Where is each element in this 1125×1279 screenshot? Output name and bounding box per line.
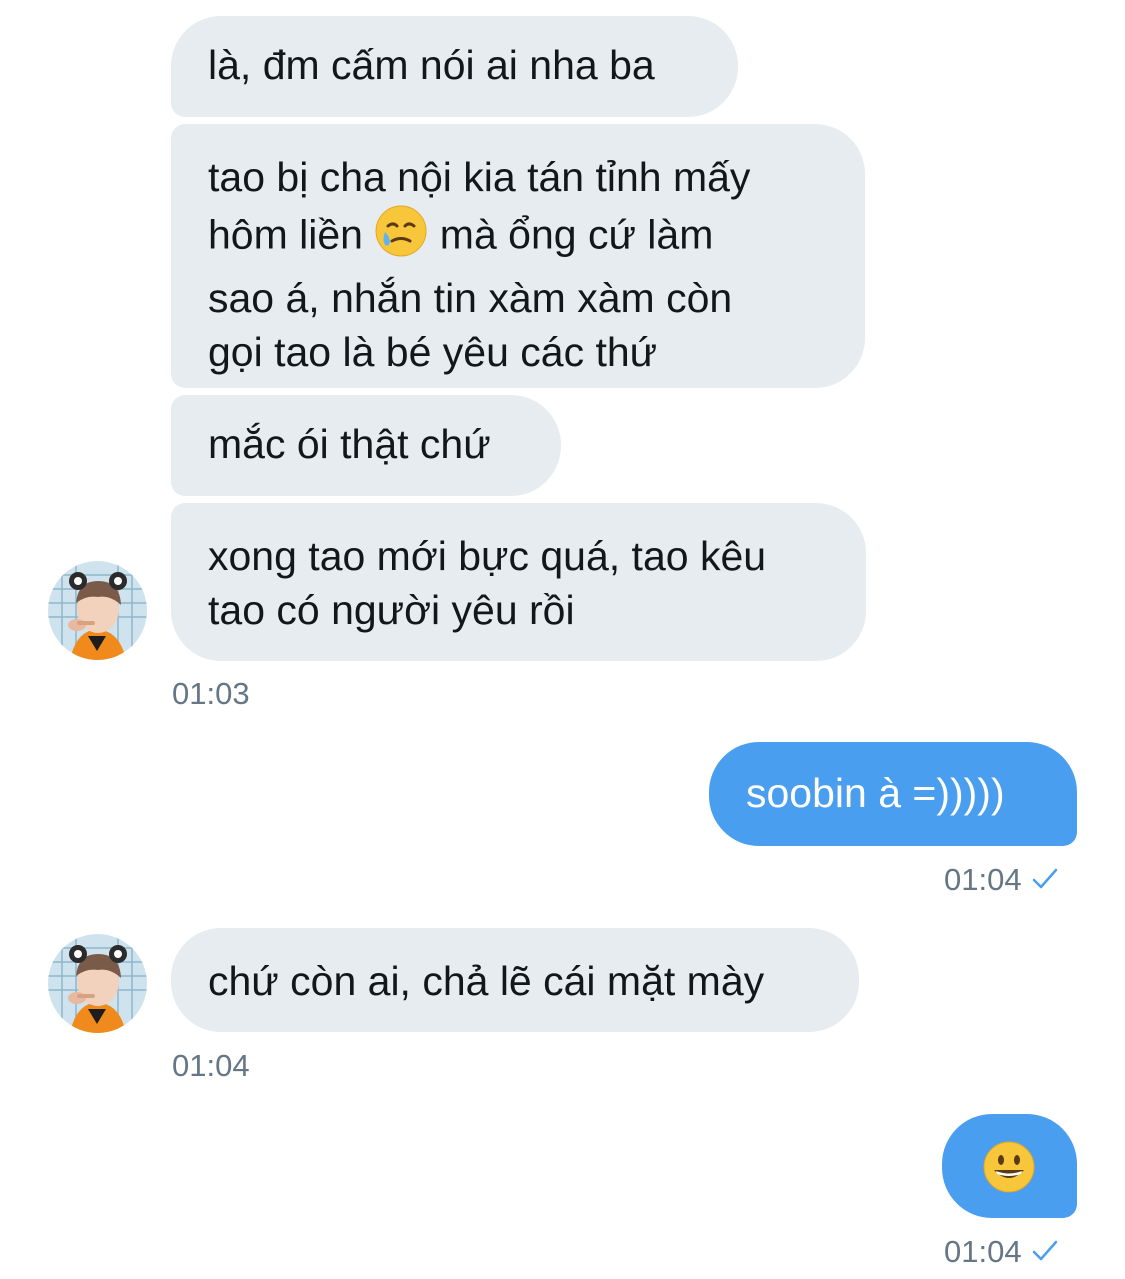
message-line: xong tao mới bực quá, tao kêu xyxy=(208,533,767,579)
incoming-message[interactable]: xong tao mới bực quá, tao kêu tao có ngư… xyxy=(171,503,866,661)
timestamp: 01:04 xyxy=(944,862,1060,900)
outgoing-message[interactable]: soobin à =))))) xyxy=(709,742,1077,846)
message-text: là, đm cấm nói ai nha ba xyxy=(208,42,655,88)
message-text: soobin à =))))) xyxy=(746,770,1005,816)
message-line: hôm liền mà ổng cứ làm xyxy=(208,204,865,271)
contact-avatar[interactable] xyxy=(48,561,147,660)
incoming-message[interactable]: là, đm cấm nói ai nha ba xyxy=(171,16,738,117)
sent-check-icon xyxy=(1030,864,1060,900)
sent-check-icon xyxy=(1030,1236,1060,1272)
message-text: chứ còn ai, chả lẽ cái mặt mày xyxy=(208,958,765,1004)
contact-avatar[interactable] xyxy=(48,934,147,1033)
message-line: sao á, nhắn tin xàm xàm còn xyxy=(208,275,733,321)
message-line: tao có người yêu rồi xyxy=(208,587,575,633)
outgoing-message[interactable] xyxy=(942,1114,1077,1218)
timestamp: 01:03 xyxy=(172,676,250,711)
message-text: mắc ói thật chứ xyxy=(208,421,491,467)
incoming-message[interactable]: mắc ói thật chứ xyxy=(171,395,561,496)
message-line: gọi tao là bé yêu các thứ xyxy=(208,329,658,375)
timestamp: 01:04 xyxy=(944,1234,1060,1272)
grinning-face-emoji-icon xyxy=(982,1140,1036,1207)
message-line: tao bị cha nội kia tán tỉnh mấy xyxy=(208,154,751,200)
incoming-message[interactable]: tao bị cha nội kia tán tỉnh mấy hôm liền… xyxy=(171,124,865,388)
crying-smile-emoji-icon xyxy=(374,204,428,271)
timestamp: 01:04 xyxy=(172,1048,250,1083)
incoming-message[interactable]: chứ còn ai, chả lẽ cái mặt mày xyxy=(171,928,859,1032)
